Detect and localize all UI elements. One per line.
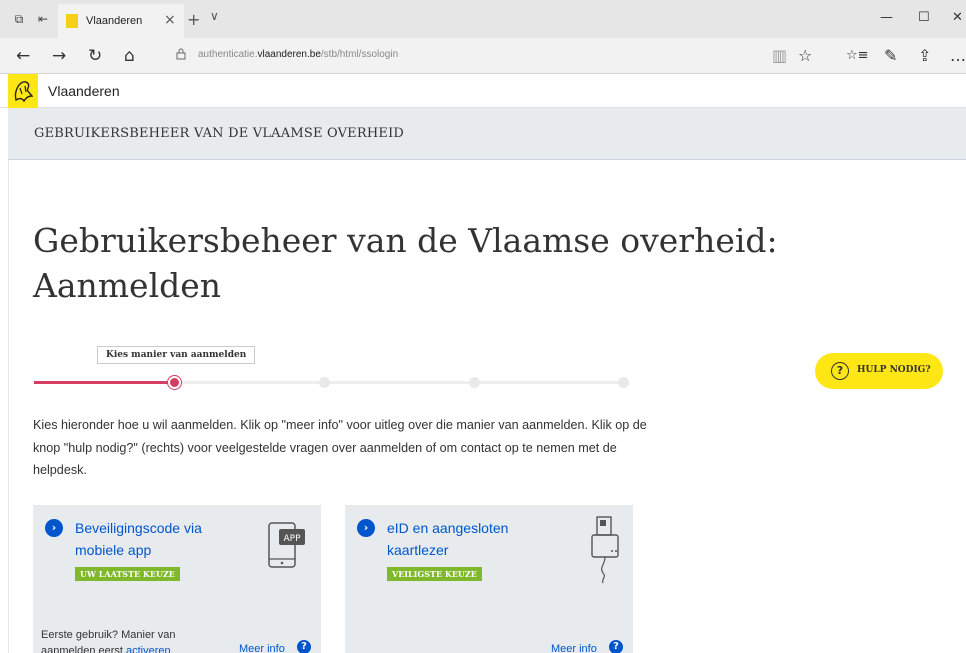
help-circle-icon[interactable]: ? bbox=[609, 640, 623, 653]
tab-preview-icon[interactable]: ⧉ bbox=[12, 12, 26, 26]
progress-step-2 bbox=[319, 377, 330, 388]
help-button-label: HULP NODIG? bbox=[857, 365, 931, 375]
chevron-right-icon[interactable]: › bbox=[357, 519, 375, 537]
section-banner: GEBRUIKERSBEHEER VAN DE VLAAMSE OVERHEID bbox=[8, 108, 966, 160]
new-tab-button[interactable]: + bbox=[187, 10, 200, 29]
card-reader-icon bbox=[591, 516, 619, 584]
card-footer-text: Eerste gebruik? Manier van aanmelden eer… bbox=[41, 627, 211, 653]
question-circle-icon: ? bbox=[831, 362, 849, 380]
card-title[interactable]: eID en aangesloten kaartlezer bbox=[387, 517, 557, 561]
tab-list-chevron-icon[interactable]: ∨ bbox=[210, 9, 219, 23]
step-tooltip: Kies manier van aanmelden bbox=[97, 346, 256, 364]
tab-close-icon[interactable]: × bbox=[164, 12, 176, 28]
browser-address-bar: ← → ↻ ⌂ authenticatie.vlaanderen.be/stb/… bbox=[0, 38, 966, 74]
close-window-button[interactable]: ✕ bbox=[952, 10, 963, 25]
app-label: APP bbox=[283, 534, 301, 544]
main-content: Gebruikersbeheer van de Vlaamse overheid… bbox=[8, 160, 966, 653]
chevron-right-icon[interactable]: › bbox=[45, 519, 63, 537]
progress-step-4 bbox=[618, 377, 629, 388]
help-button[interactable]: ? HULP NODIG? bbox=[815, 353, 943, 389]
help-circle-icon[interactable]: ? bbox=[297, 640, 311, 653]
url-domain: vlaanderen.be bbox=[257, 49, 321, 60]
banner-title: GEBRUIKERSBEHEER VAN DE VLAAMSE OVERHEID bbox=[34, 126, 405, 141]
page-title: Gebruikersbeheer van de Vlaamse overheid… bbox=[33, 221, 778, 305]
back-button[interactable]: ← bbox=[16, 46, 30, 66]
browser-tab-bar: ⧉ ⇤ Vlaanderen × + ∨ — ☐ ✕ bbox=[0, 0, 966, 38]
login-option-eid[interactable]: › eID en aangesloten kaartlezer VEILIGST… bbox=[345, 505, 633, 653]
status-badge: VEILIGSTE KEUZE bbox=[387, 567, 482, 581]
tab-vlaanderen[interactable]: Vlaanderen × bbox=[58, 4, 184, 38]
progress-step-1 bbox=[168, 376, 181, 389]
web-notes-icon[interactable]: ✎ bbox=[884, 46, 897, 65]
tab-title: Vlaanderen bbox=[86, 15, 143, 27]
site-name[interactable]: Vlaanderen bbox=[48, 83, 120, 99]
favorite-star-icon[interactable]: ☆ bbox=[798, 46, 812, 65]
status-badge: UW LAATSTE KEUZE bbox=[75, 567, 180, 581]
refresh-button[interactable]: ↻ bbox=[88, 46, 102, 66]
vlaanderen-favicon-icon bbox=[66, 14, 78, 28]
site-header: Vlaanderen bbox=[0, 74, 966, 108]
login-option-mobile-app[interactable]: › Beveiligingscode via mobiele app UW LA… bbox=[33, 505, 321, 653]
more-menu-icon[interactable]: … bbox=[950, 46, 966, 65]
activate-link[interactable]: activeren bbox=[126, 645, 171, 653]
card-title[interactable]: Beveiligingscode via mobiele app bbox=[75, 517, 245, 561]
set-aside-tabs-icon[interactable]: ⇤ bbox=[36, 12, 50, 26]
more-info-link[interactable]: Meer info bbox=[551, 643, 597, 653]
home-button[interactable]: ⌂ bbox=[124, 46, 135, 66]
forward-button[interactable]: → bbox=[52, 46, 66, 66]
reading-view-icon[interactable]: ▥ bbox=[772, 46, 787, 65]
maximize-button[interactable]: ☐ bbox=[918, 10, 930, 25]
vlaanderen-lion-logo-icon[interactable] bbox=[8, 74, 38, 108]
url-path: /stb/html/ssologin bbox=[320, 49, 399, 60]
progress-step-3 bbox=[469, 377, 480, 388]
minimize-button[interactable]: — bbox=[880, 10, 893, 25]
url-field[interactable]: authenticatie.vlaanderen.be/stb/html/sso… bbox=[198, 49, 398, 60]
favorites-hub-icon[interactable]: ☆≡ bbox=[846, 48, 869, 63]
lock-icon bbox=[176, 48, 186, 60]
intro-text: Kies hieronder hoe u wil aanmelden. Klik… bbox=[33, 418, 647, 477]
phone-app-icon: APP bbox=[268, 522, 305, 568]
progress-fill bbox=[34, 381, 174, 384]
url-prefix: authenticatie. bbox=[198, 49, 258, 60]
share-icon[interactable]: ⇪ bbox=[918, 46, 931, 65]
more-info-link[interactable]: Meer info bbox=[239, 643, 285, 653]
